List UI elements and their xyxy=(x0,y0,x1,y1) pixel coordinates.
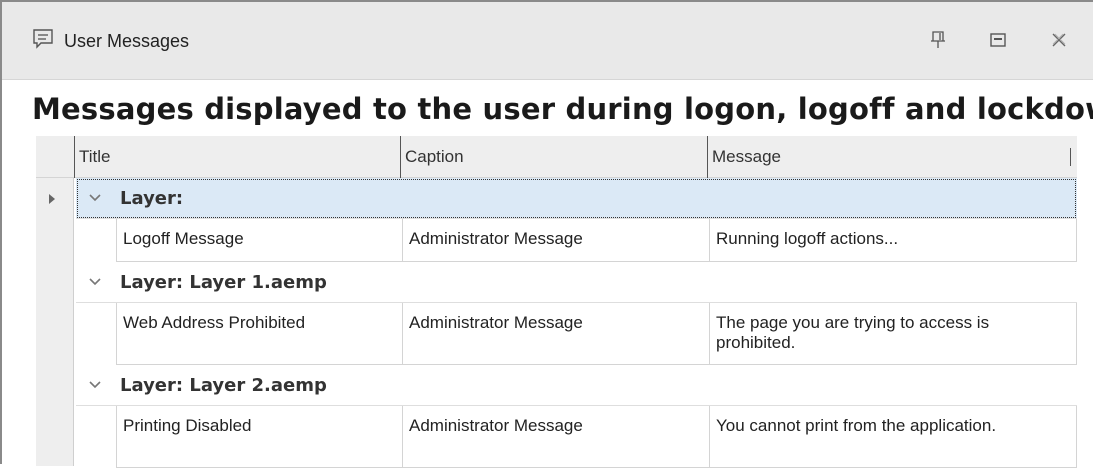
messages-grid: Title Caption Message Layer: Logoff Mess… xyxy=(36,136,1077,468)
cell-title[interactable]: Web Address Prohibited xyxy=(117,303,403,364)
cell-title[interactable]: Printing Disabled xyxy=(117,406,403,467)
group-row[interactable]: Layer: Layer 1.aemp xyxy=(36,262,1077,303)
cell-caption[interactable]: Administrator Message xyxy=(403,406,710,467)
group-row-body[interactable]: Layer: xyxy=(76,178,1077,219)
chevron-down-icon[interactable] xyxy=(88,276,102,288)
table-row-cells: Logoff Message Administrator Message Run… xyxy=(116,219,1077,262)
close-icon xyxy=(1052,33,1066,47)
group-row-body[interactable]: Layer: Layer 2.aemp xyxy=(76,365,1077,406)
table-row-cells: Web Address Prohibited Administrator Mes… xyxy=(116,303,1077,365)
close-button[interactable] xyxy=(1045,26,1073,54)
page-heading: Messages displayed to the user during lo… xyxy=(32,92,1093,126)
maximize-button[interactable] xyxy=(984,26,1012,54)
column-header-end-divider xyxy=(1070,148,1071,166)
cell-caption[interactable]: Administrator Message xyxy=(403,303,710,364)
row-indicator[interactable] xyxy=(36,178,74,219)
message-icon xyxy=(33,29,53,49)
group-row[interactable]: Layer: xyxy=(36,178,1077,219)
table-row[interactable]: Web Address Prohibited Administrator Mes… xyxy=(36,303,1077,365)
chevron-down-icon[interactable] xyxy=(88,192,102,204)
column-header-title[interactable]: Title xyxy=(74,136,111,178)
row-indicator[interactable] xyxy=(36,365,74,406)
column-header-caption[interactable]: Caption xyxy=(400,136,464,178)
window-title: User Messages xyxy=(64,31,190,51)
row-indicator[interactable] xyxy=(36,262,74,303)
user-messages-window: User Messages Messages displayed to the … xyxy=(0,0,1093,468)
cell-title[interactable]: Logoff Message xyxy=(117,219,403,261)
table-row[interactable]: Logoff Message Administrator Message Run… xyxy=(36,219,1077,262)
table-row-cells: Printing Disabled Administrator Message … xyxy=(116,406,1077,468)
cell-caption[interactable]: Administrator Message xyxy=(403,219,710,261)
window-titlebar: User Messages xyxy=(2,2,1093,80)
pin-icon xyxy=(931,31,945,48)
chevron-down-icon[interactable] xyxy=(88,379,102,391)
maximize-icon xyxy=(990,33,1006,47)
pin-button[interactable] xyxy=(924,26,952,54)
current-row-arrow-icon xyxy=(49,193,55,204)
group-row-body[interactable]: Layer: Layer 1.aemp xyxy=(76,262,1077,303)
group-label: Layer: Layer 1.aemp xyxy=(120,272,327,293)
group-row[interactable]: Layer: Layer 2.aemp xyxy=(36,365,1077,406)
table-row[interactable]: Printing Disabled Administrator Message … xyxy=(36,406,1077,468)
cell-message[interactable]: The page you are trying to access is pro… xyxy=(710,303,1078,364)
group-label: Layer: Layer 2.aemp xyxy=(120,375,327,396)
column-header-message[interactable]: Message xyxy=(707,136,781,178)
group-label: Layer: xyxy=(120,188,184,209)
cell-message[interactable]: Running logoff actions... xyxy=(710,219,1078,261)
grid-header: Title Caption Message xyxy=(36,136,1077,178)
cell-message[interactable]: You cannot print from the application. xyxy=(710,406,1078,467)
